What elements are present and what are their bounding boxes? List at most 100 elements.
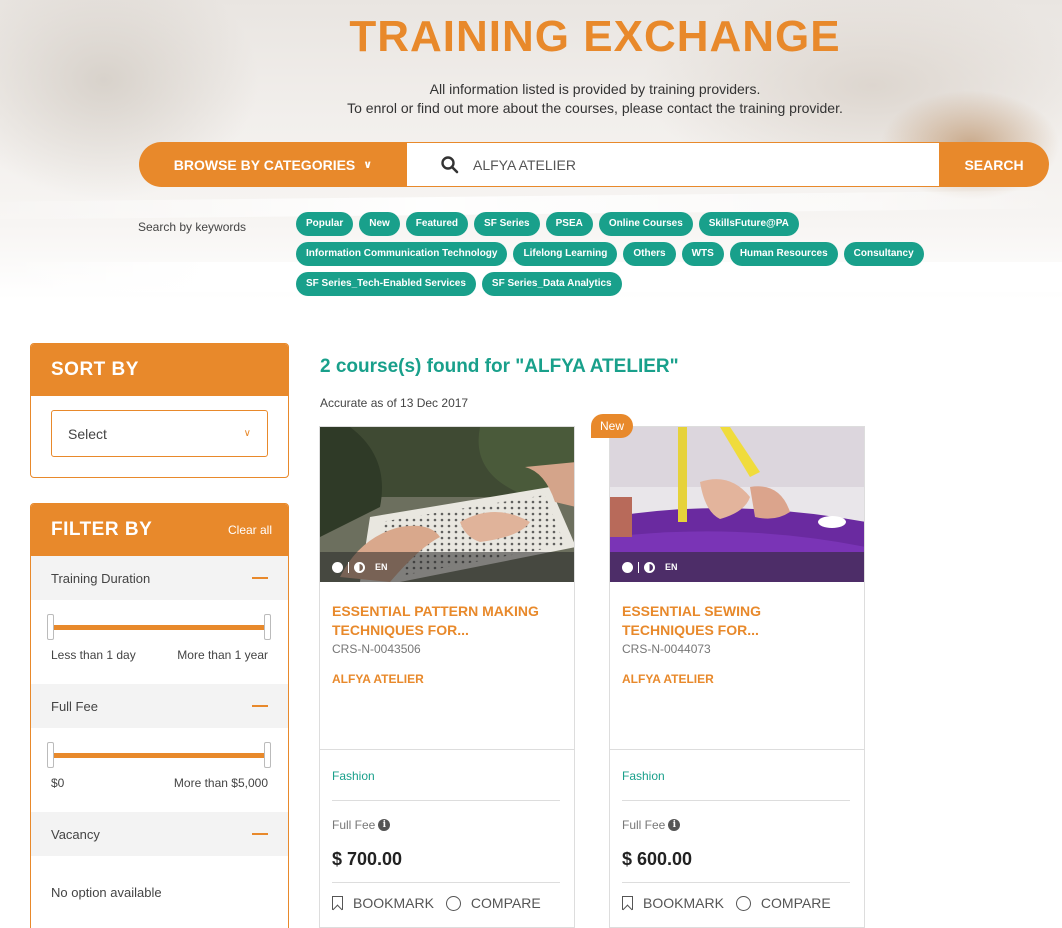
browse-categories-label: BROWSE BY CATEGORIES	[173, 156, 356, 173]
course-price: $ 700.00	[332, 849, 403, 869]
keyword-tag[interactable]: Featured	[405, 212, 469, 236]
course-image: EN	[610, 427, 864, 582]
slider-min-label: Less than 1 day	[51, 648, 136, 662]
search-field	[407, 142, 939, 187]
full-fee-label: Full Fee	[51, 698, 98, 714]
slider-track	[51, 625, 269, 630]
keyword-tag[interactable]: Online Courses	[598, 212, 693, 236]
new-badge: New	[591, 414, 634, 438]
image-overlay-bar: EN	[320, 552, 574, 582]
compare-radio-icon[interactable]	[735, 895, 751, 911]
chevron-down-icon: ∨	[363, 159, 373, 171]
vacancy-toggle[interactable]: Vacancy	[31, 812, 288, 856]
vacancy-label: Vacancy	[51, 826, 100, 842]
slider-handle-max[interactable]	[264, 614, 271, 640]
bookmark-button[interactable]: BOOKMARK	[353, 895, 434, 911]
course-card[interactable]: EN ESSENTIAL PATTERN MAKING TECHNIQUES F…	[319, 426, 575, 928]
keywords-label: Search by keywords	[138, 220, 247, 234]
info-icon[interactable]: i	[668, 819, 681, 831]
keyword-tag[interactable]: PSEA	[545, 212, 593, 236]
results-title: 2 course(s) found for "ALFYA ATELIER"	[320, 356, 679, 377]
page-subtitle: All information listed is provided by tr…	[0, 80, 1062, 118]
keyword-tag[interactable]: SF Series	[474, 212, 540, 236]
subtitle-line: All information listed is provided by tr…	[429, 81, 761, 97]
course-code: CRS-N-0044073	[622, 642, 711, 656]
course-code: CRS-N-0043506	[332, 642, 421, 656]
sort-header: SORT BY	[31, 344, 288, 396]
fee-label-text: Full Fee	[332, 818, 376, 832]
chevron-down-icon: ∨	[243, 428, 251, 439]
keyword-tag[interactable]: New	[359, 212, 400, 236]
fee-label: Full Fee i	[622, 818, 681, 832]
search-input[interactable]	[473, 156, 913, 173]
training-duration-toggle[interactable]: Training Duration	[31, 556, 288, 600]
bookmark-icon[interactable]	[622, 896, 633, 910]
divider	[332, 800, 560, 801]
course-provider-link[interactable]: ALFYA ATELIER	[622, 672, 852, 686]
compare-button[interactable]: COMPARE	[761, 895, 831, 911]
keyword-tags: Popular New Featured SF Series PSEA Online Co…	[296, 212, 1016, 296]
language-label: EN	[665, 562, 678, 572]
card-actions: BOOKMARK COMPARE	[622, 895, 831, 911]
course-category: Fashion	[622, 769, 665, 783]
browse-categories-button[interactable]: BROWSE BY CATEGORIES ∨	[139, 142, 407, 187]
compare-button[interactable]: COMPARE	[471, 895, 541, 911]
course-image: EN	[320, 427, 574, 582]
keyword-tag[interactable]: Information Communication Technology	[296, 242, 508, 266]
divider	[622, 800, 850, 801]
bookmark-button[interactable]: BOOKMARK	[643, 895, 724, 911]
clear-all-link[interactable]: Clear all	[228, 523, 272, 537]
course-provider-link[interactable]: ALFYA ATELIER	[332, 672, 562, 686]
card-actions: BOOKMARK COMPARE	[332, 895, 541, 911]
keyword-tag[interactable]: Others	[623, 242, 676, 266]
slider-handle-min[interactable]	[47, 742, 54, 768]
keyword-tag[interactable]: Lifelong Learning	[513, 242, 618, 266]
course-title-link[interactable]: ESSENTIAL PATTERN MAKING TECHNIQUES FOR.…	[332, 602, 562, 640]
info-icon[interactable]: i	[378, 819, 391, 831]
filter-heading: FILTER BY	[51, 519, 153, 540]
sort-heading: SORT BY	[51, 359, 139, 380]
circle-icon	[332, 561, 343, 573]
slider-handle-max[interactable]	[264, 742, 271, 768]
search-bar: BROWSE BY CATEGORIES ∨ SEARCH	[139, 142, 1049, 187]
divider	[610, 749, 864, 750]
minus-icon	[252, 577, 268, 579]
circle-icon	[622, 561, 633, 573]
keyword-tag[interactable]: Popular	[296, 212, 354, 236]
fee-label-text: Full Fee	[622, 818, 666, 832]
compare-radio-icon[interactable]	[445, 895, 461, 911]
course-title-link[interactable]: ESSENTIAL SEWING TECHNIQUES FOR...	[622, 602, 852, 640]
search-button[interactable]: SEARCH	[939, 142, 1049, 187]
keyword-tag[interactable]: SF Series_Tech-Enabled Services	[296, 272, 476, 296]
keyword-tag[interactable]: Consultancy	[843, 242, 924, 266]
course-card[interactable]: EN ESSENTIAL SEWING TECHNIQUES FOR... CR…	[609, 426, 865, 928]
course-title-line: ESSENTIAL SEWING	[622, 603, 761, 619]
fee-label: Full Fee i	[332, 818, 391, 832]
keyword-tag[interactable]: SkillsFuture@PA	[698, 212, 799, 236]
search-icon	[440, 155, 460, 175]
divider	[638, 561, 639, 573]
language-label: EN	[375, 562, 388, 572]
divider	[622, 882, 850, 883]
sort-panel: SORT BY Select ∨	[30, 343, 289, 478]
slider-handle-min[interactable]	[47, 614, 54, 640]
contrast-icon	[644, 561, 655, 573]
course-title-line: TECHNIQUES FOR...	[332, 622, 469, 638]
sort-select[interactable]: Select ∨	[51, 410, 268, 457]
course-price: $ 600.00	[622, 849, 693, 869]
slider-max-label: More than $5,000	[173, 776, 268, 790]
training-duration-slider: Less than 1 day More than 1 year	[31, 600, 288, 684]
minus-icon	[252, 833, 268, 835]
keyword-tag[interactable]: WTS	[681, 242, 724, 266]
bookmark-icon[interactable]	[332, 896, 343, 910]
keyword-tag[interactable]: Human Resources	[729, 242, 838, 266]
full-fee-toggle[interactable]: Full Fee	[31, 684, 288, 728]
page-title: TRAINING EXCHANGE	[349, 12, 841, 61]
slider-track	[51, 753, 269, 758]
accurate-date: Accurate as of 13 Dec 2017	[320, 396, 469, 410]
divider	[332, 882, 560, 883]
training-duration-label: Training Duration	[51, 570, 151, 586]
divider	[320, 749, 574, 750]
keyword-tag[interactable]: SF Series_Data Analytics	[481, 272, 622, 296]
filter-header: FILTER BY Clear all	[31, 504, 288, 556]
